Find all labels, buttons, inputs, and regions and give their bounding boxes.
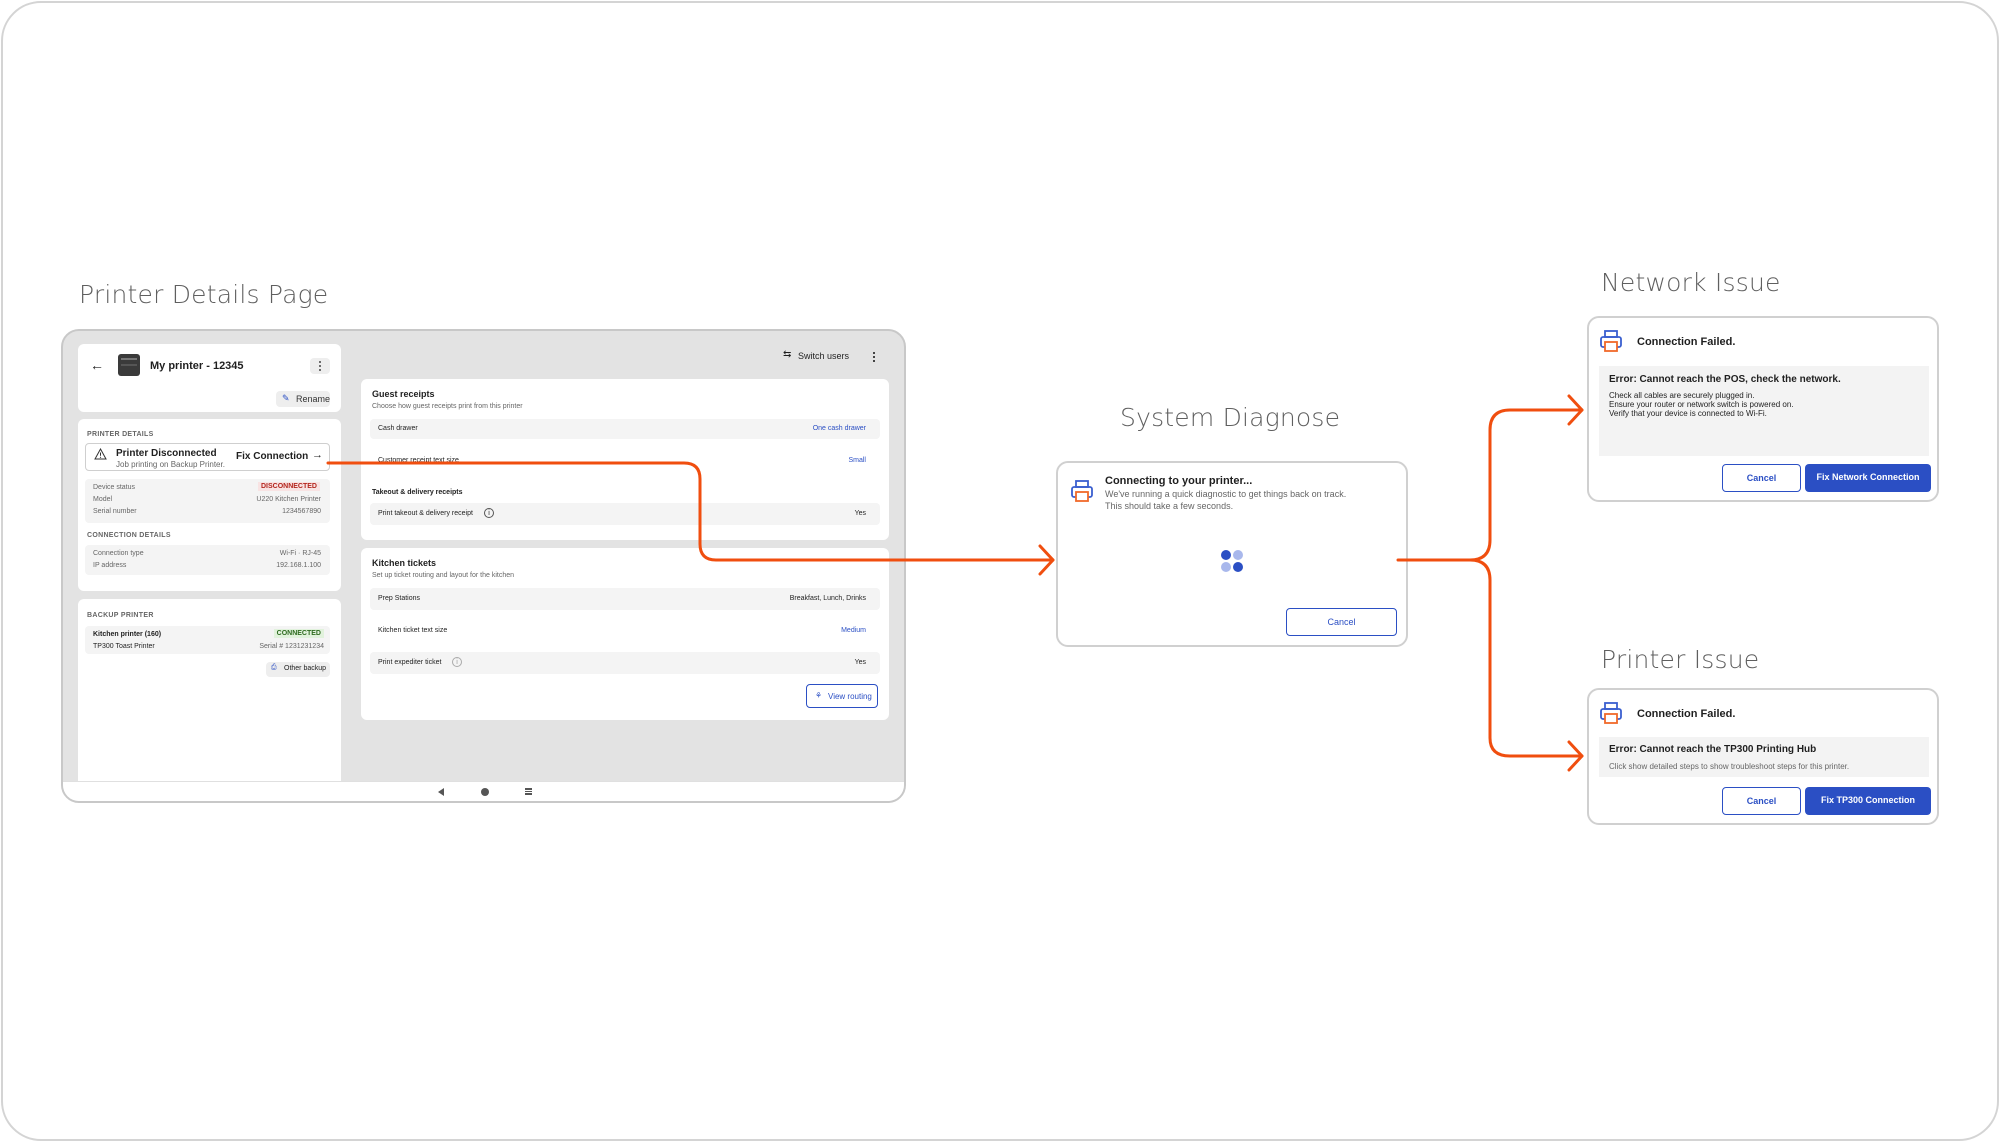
flow-arrow-fix-to-diagnose [326, 461, 1055, 562]
flow-arrow-to-printer [1468, 558, 1584, 758]
flow-arrows [326, 394, 1584, 772]
flow-arrow-to-network [1396, 408, 1584, 562]
